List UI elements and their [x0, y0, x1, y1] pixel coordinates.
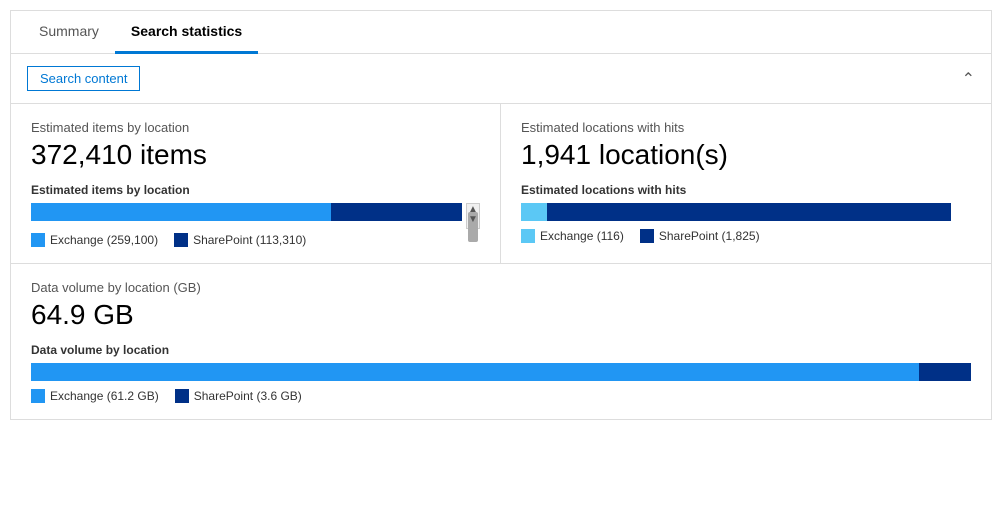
- items-by-location-panel: Estimated items by location 372,410 item…: [11, 104, 501, 263]
- items-sharepoint-bar: [331, 203, 462, 221]
- locations-label: Estimated locations with hits: [521, 120, 971, 135]
- exchange-light-color-swatch: [521, 229, 535, 243]
- tab-summary[interactable]: Summary: [23, 11, 115, 54]
- tab-search-statistics[interactable]: Search statistics: [115, 11, 258, 54]
- volume-sharepoint-swatch: [175, 389, 189, 403]
- bar-scrollbar[interactable]: ▲ ▼: [466, 203, 480, 229]
- scroll-down-icon[interactable]: ▼: [468, 214, 478, 226]
- volume-legend: Exchange (61.2 GB) SharePoint (3.6 GB): [31, 389, 971, 403]
- locations-bar-label: Estimated locations with hits: [521, 183, 971, 197]
- items-bar-container: [31, 203, 462, 221]
- locations-sharepoint-legend-label: SharePoint (1,825): [659, 229, 760, 243]
- locations-legend: Exchange (116) SharePoint (1,825): [521, 229, 971, 243]
- locations-bar-container: [521, 203, 951, 221]
- volume-exchange-bar: [31, 363, 919, 381]
- items-exchange-bar: [31, 203, 331, 221]
- data-volume-section: Data volume by location (GB) 64.9 GB Dat…: [11, 264, 991, 419]
- items-exchange-legend-label: Exchange (259,100): [50, 233, 158, 247]
- main-container: Summary Search statistics Search content…: [10, 10, 992, 420]
- items-label: Estimated items by location: [31, 120, 480, 135]
- volume-exchange-legend: Exchange (61.2 GB): [31, 389, 159, 403]
- items-bar-label: Estimated items by location: [31, 183, 480, 197]
- collapse-icon[interactable]: ⌃: [962, 69, 975, 89]
- locations-exchange-bar: [521, 203, 547, 221]
- tab-bar: Summary Search statistics: [11, 11, 991, 54]
- volume-exchange-legend-label: Exchange (61.2 GB): [50, 389, 159, 403]
- locations-sharepoint-legend: SharePoint (1,825): [640, 229, 760, 243]
- stats-grid: Estimated items by location 372,410 item…: [11, 104, 991, 264]
- items-exchange-legend: Exchange (259,100): [31, 233, 158, 247]
- volume-bar-label: Data volume by location: [31, 343, 971, 357]
- volume-label: Data volume by location (GB): [31, 280, 971, 295]
- exchange-color-swatch: [31, 233, 45, 247]
- locations-sharepoint-bar: [547, 203, 951, 221]
- items-bar-area: ▲ ▼: [31, 203, 480, 229]
- volume-sharepoint-bar: [919, 363, 971, 381]
- locations-exchange-legend-label: Exchange (116): [540, 229, 624, 243]
- volume-bar-container: [31, 363, 971, 381]
- items-legend: Exchange (259,100) SharePoint (113,310): [31, 233, 480, 247]
- locations-exchange-legend: Exchange (116): [521, 229, 624, 243]
- volume-exchange-swatch: [31, 389, 45, 403]
- search-content-button[interactable]: Search content: [27, 66, 140, 91]
- items-value: 372,410 items: [31, 139, 480, 171]
- locations-with-hits-panel: Estimated locations with hits 1,941 loca…: [501, 104, 991, 263]
- volume-sharepoint-legend-label: SharePoint (3.6 GB): [194, 389, 302, 403]
- sharepoint-color-swatch: [174, 233, 188, 247]
- volume-value: 64.9 GB: [31, 299, 971, 331]
- locations-value: 1,941 location(s): [521, 139, 971, 171]
- items-bar-chart: [31, 203, 462, 229]
- section-header: Search content ⌃: [11, 54, 991, 104]
- volume-sharepoint-legend: SharePoint (3.6 GB): [175, 389, 302, 403]
- items-sharepoint-legend-label: SharePoint (113,310): [193, 233, 306, 247]
- items-sharepoint-legend: SharePoint (113,310): [174, 233, 306, 247]
- locations-sharepoint-color-swatch: [640, 229, 654, 243]
